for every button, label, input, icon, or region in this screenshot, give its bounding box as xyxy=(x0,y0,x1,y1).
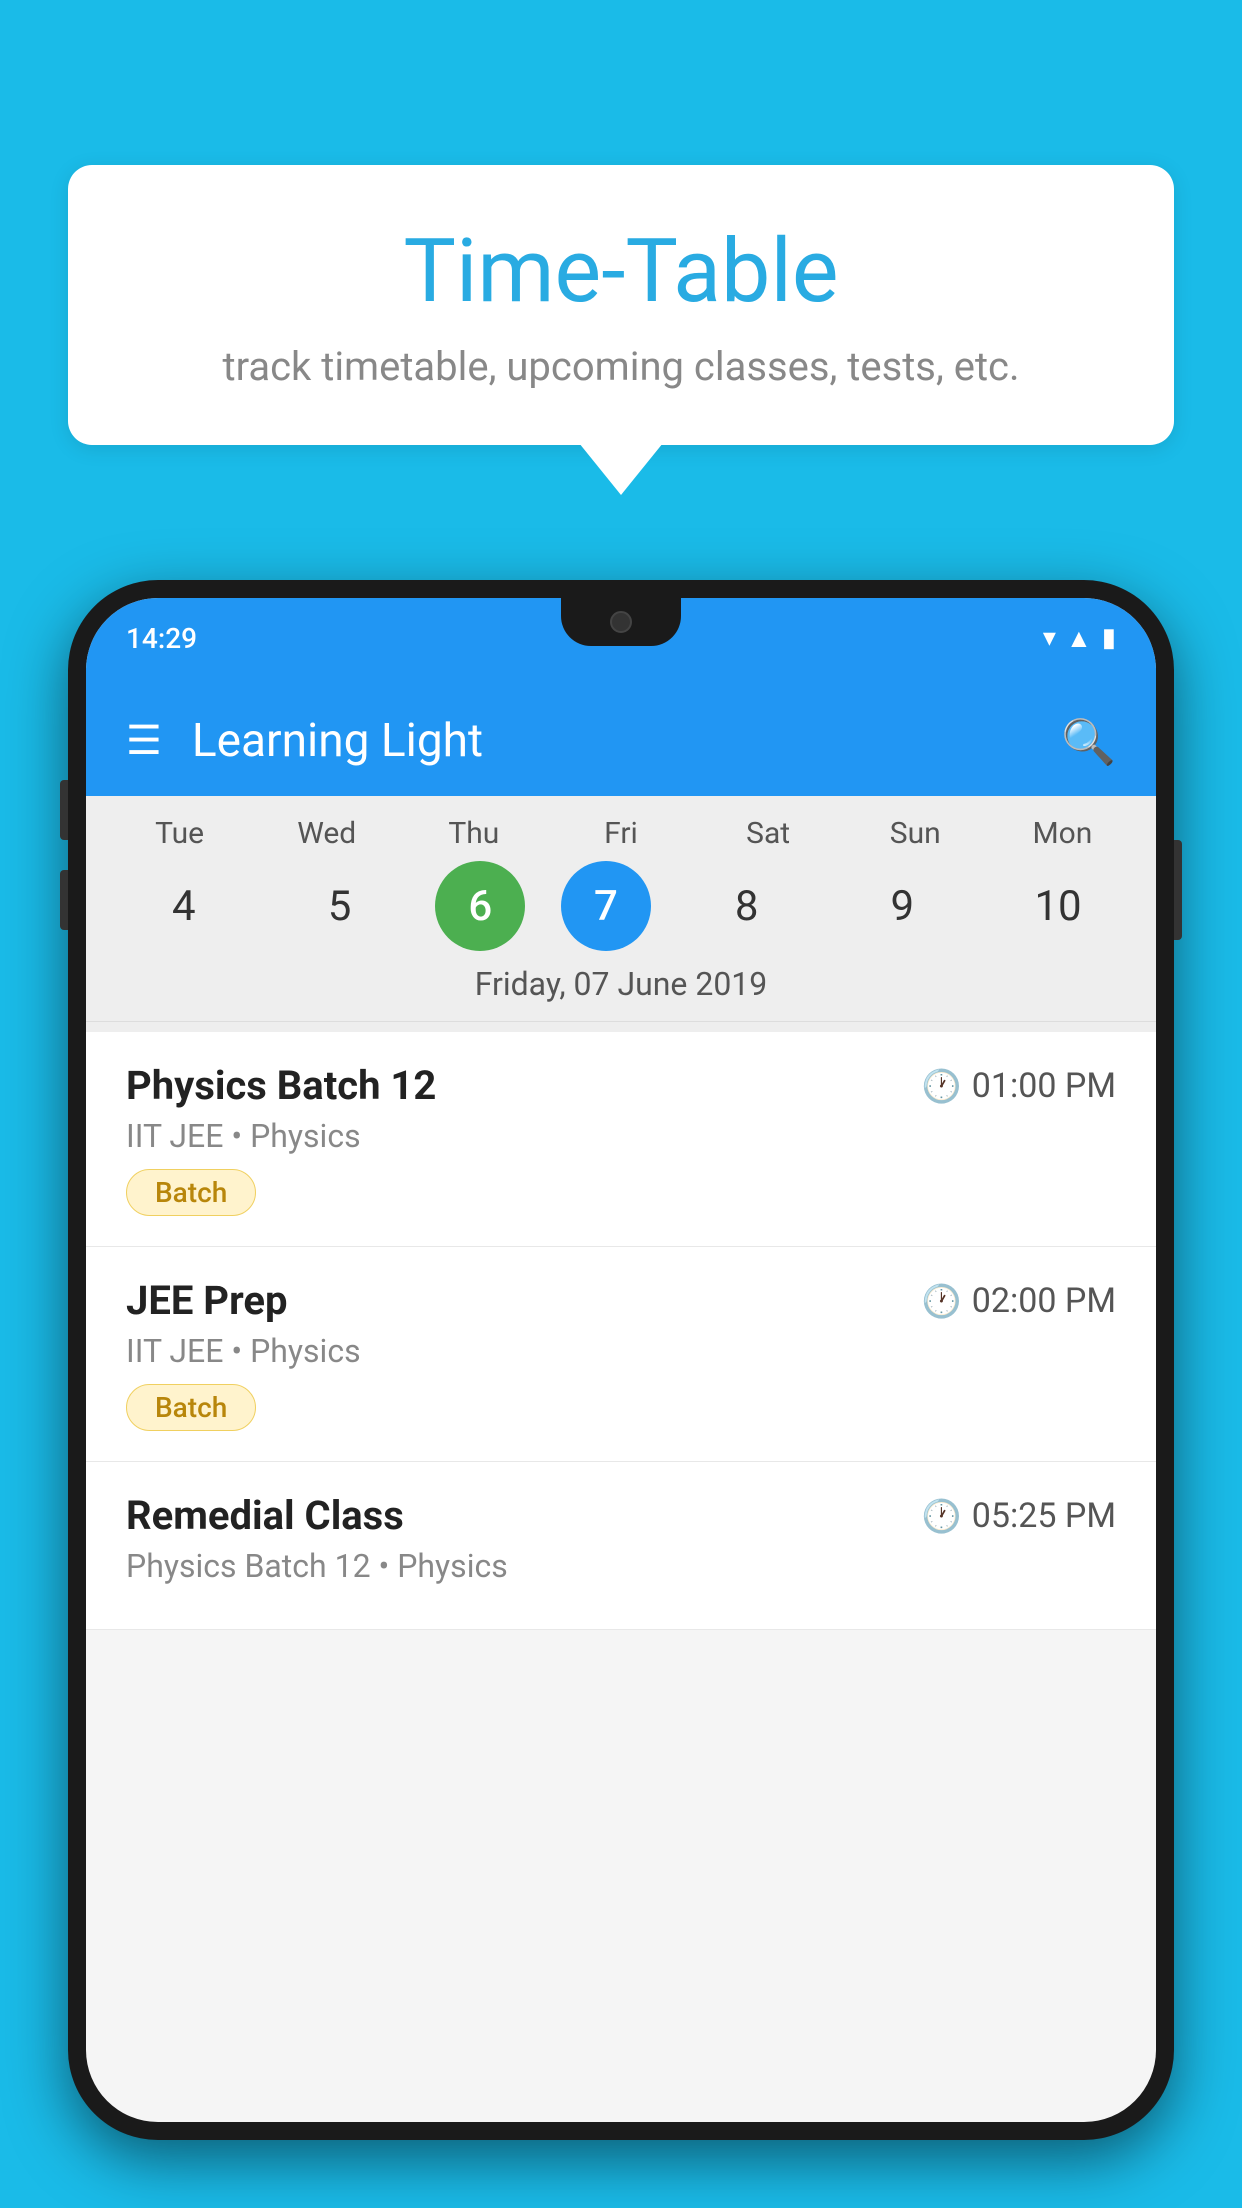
speech-bubble-arrow xyxy=(579,443,663,495)
phone-notch xyxy=(561,598,681,646)
menu-icon[interactable]: ☰ xyxy=(126,721,162,761)
day-header-wed: Wed xyxy=(267,816,387,851)
schedule-item-3-time: 🕐 05:25 PM xyxy=(922,1496,1116,1536)
schedule-item-1[interactable]: Physics Batch 12 🕐 01:00 PM IIT JEE • Ph… xyxy=(86,1032,1156,1247)
search-icon[interactable]: 🔍 xyxy=(1061,716,1116,768)
speech-bubble: Time-Table track timetable, upcoming cla… xyxy=(68,165,1174,445)
phone-screen: 14:29 ▾ ▲ ▮ ☰ Learning Light 🔍 xyxy=(86,598,1156,2122)
wifi-icon: ▾ xyxy=(1043,623,1056,653)
app-bar-title: Learning Light xyxy=(192,714,483,768)
day-5[interactable]: 5 xyxy=(280,861,400,951)
app-bar-left: ☰ Learning Light xyxy=(126,714,483,768)
calendar-strip: Tue Wed Thu Fri Sat Sun Mon 4 5 6 7 8 9 … xyxy=(86,796,1156,1032)
status-icons: ▾ ▲ ▮ xyxy=(1043,623,1116,654)
schedule-item-1-time: 🕐 01:00 PM xyxy=(922,1066,1116,1106)
schedule-item-2[interactable]: JEE Prep 🕐 02:00 PM IIT JEE • Physics Ba… xyxy=(86,1247,1156,1462)
front-camera xyxy=(610,611,632,633)
schedule-item-3-title: Remedial Class xyxy=(126,1492,404,1539)
volume-up-button xyxy=(60,780,68,840)
battery-icon: ▮ xyxy=(1102,623,1116,653)
day-header-mon: Mon xyxy=(1002,816,1122,851)
app-title: Time-Table xyxy=(128,220,1114,323)
schedule-item-2-time: 🕐 02:00 PM xyxy=(922,1281,1116,1321)
schedule-item-2-subtitle: IIT JEE • Physics xyxy=(126,1332,1116,1370)
day-headers: Tue Wed Thu Fri Sat Sun Mon xyxy=(86,816,1156,851)
app-subtitle: track timetable, upcoming classes, tests… xyxy=(128,343,1114,390)
clock-icon-1: 🕐 xyxy=(922,1067,962,1105)
day-header-fri: Fri xyxy=(561,816,681,851)
schedule-item-2-title: JEE Prep xyxy=(126,1277,287,1324)
phone-container: 14:29 ▾ ▲ ▮ ☰ Learning Light 🔍 xyxy=(68,580,1174,2208)
schedule-item-1-header: Physics Batch 12 🕐 01:00 PM xyxy=(126,1062,1116,1109)
schedule-item-2-header: JEE Prep 🕐 02:00 PM xyxy=(126,1277,1116,1324)
batch-badge-1: Batch xyxy=(126,1169,256,1216)
day-10[interactable]: 10 xyxy=(998,861,1118,951)
day-header-tue: Tue xyxy=(120,816,240,851)
clock-icon-3: 🕐 xyxy=(922,1497,962,1535)
clock-icon-2: 🕐 xyxy=(922,1282,962,1320)
day-8[interactable]: 8 xyxy=(687,861,807,951)
schedule-item-1-subtitle: IIT JEE • Physics xyxy=(126,1117,1116,1155)
speech-bubble-container: Time-Table track timetable, upcoming cla… xyxy=(68,165,1174,495)
phone-mockup: 14:29 ▾ ▲ ▮ ☰ Learning Light 🔍 xyxy=(68,580,1174,2140)
day-numbers: 4 5 6 7 8 9 10 xyxy=(86,861,1156,951)
day-header-sat: Sat xyxy=(708,816,828,851)
schedule-item-2-time-text: 02:00 PM xyxy=(972,1281,1116,1321)
batch-badge-2: Batch xyxy=(126,1384,256,1431)
schedule-list: Physics Batch 12 🕐 01:00 PM IIT JEE • Ph… xyxy=(86,1032,1156,1630)
day-header-thu: Thu xyxy=(414,816,534,851)
day-9[interactable]: 9 xyxy=(842,861,962,951)
volume-down-button xyxy=(60,870,68,930)
day-6-today[interactable]: 6 xyxy=(435,861,525,951)
schedule-item-3-time-text: 05:25 PM xyxy=(972,1496,1116,1536)
day-7-selected[interactable]: 7 xyxy=(561,861,651,951)
status-time: 14:29 xyxy=(126,622,197,655)
schedule-item-3-header: Remedial Class 🕐 05:25 PM xyxy=(126,1492,1116,1539)
schedule-item-1-title: Physics Batch 12 xyxy=(126,1062,436,1109)
power-button xyxy=(1174,840,1182,940)
schedule-item-3-subtitle: Physics Batch 12 • Physics xyxy=(126,1547,1116,1585)
app-bar: ☰ Learning Light 🔍 xyxy=(86,668,1156,796)
selected-date-label: Friday, 07 June 2019 xyxy=(86,951,1156,1022)
day-4[interactable]: 4 xyxy=(124,861,244,951)
schedule-item-1-time-text: 01:00 PM xyxy=(972,1066,1116,1106)
day-header-sun: Sun xyxy=(855,816,975,851)
signal-icon: ▲ xyxy=(1066,623,1092,654)
schedule-item-3[interactable]: Remedial Class 🕐 05:25 PM Physics Batch … xyxy=(86,1462,1156,1630)
